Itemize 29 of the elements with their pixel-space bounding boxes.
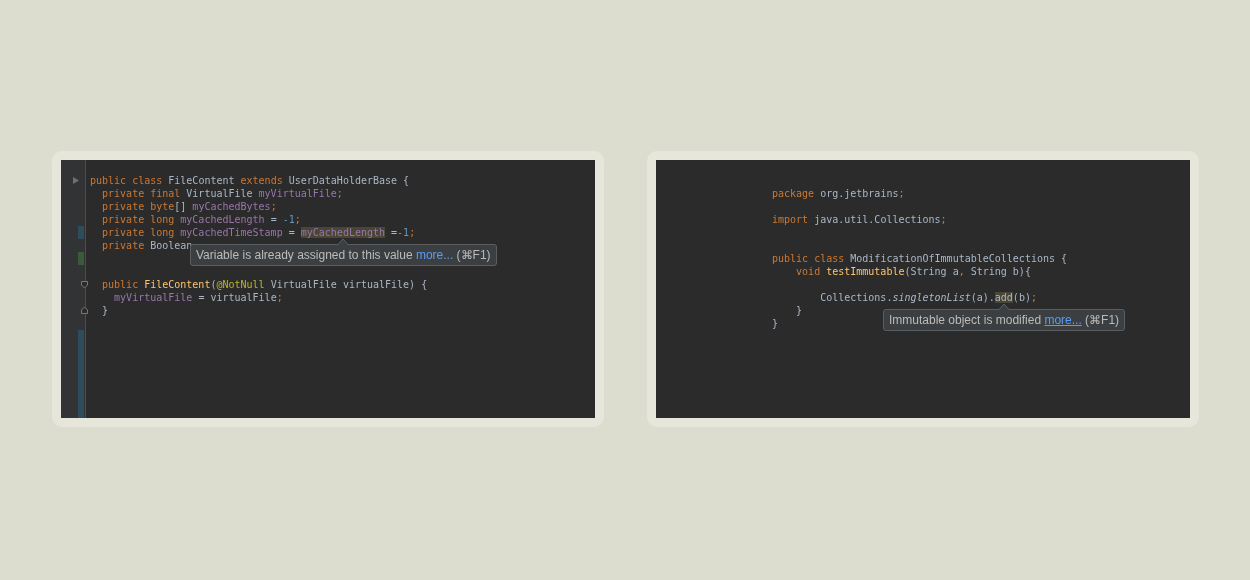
code-line: }	[795, 304, 803, 317]
code-line: private byte[] myCachedBytes;	[101, 199, 277, 213]
code-line: private Boolean	[101, 238, 193, 252]
code-line: private final VirtualFile myVirtualFile;	[101, 186, 343, 200]
code-line: public class ModificationOfImmutableCollections {	[772, 252, 1068, 265]
shortcut-hint: (⌘F1)	[1084, 313, 1120, 327]
code-line: myVirtualFile = virtualFile;	[113, 290, 283, 304]
fold-icon[interactable]	[80, 279, 89, 289]
more-link[interactable]: more...	[415, 247, 454, 262]
code-line: import java.util.Collections;	[772, 213, 947, 226]
code-line: package org.jetbrains;	[772, 187, 905, 200]
change-marker[interactable]	[78, 225, 84, 239]
tooltip-message: Immutable object is modified	[889, 313, 1043, 327]
code-line: public class FileContent extends UserDataHolderBase {	[90, 173, 410, 187]
code-line: }	[772, 317, 779, 330]
expand-arrow-icon[interactable]	[71, 175, 80, 185]
code-line: void testImmutable(String a, String b){	[795, 265, 1031, 278]
fold-icon[interactable]	[80, 305, 89, 315]
change-marker[interactable]	[78, 407, 84, 418]
shortcut-hint: (⌘F1)	[455, 247, 491, 262]
code-line: private long myCachedTimeStamp = myCachedLength =-1;	[101, 225, 416, 239]
code-line: }	[101, 303, 109, 317]
change-marker[interactable]	[78, 251, 84, 265]
more-link[interactable]: more...	[1044, 313, 1082, 327]
tooltip-message: Variable is already assigned to this value	[196, 247, 414, 262]
code-line: Collections.singletonList(a).add(b);	[819, 291, 1037, 304]
change-marker[interactable]	[78, 329, 84, 343]
code-line: private long myCachedLength = -1;	[101, 212, 301, 226]
code-line: public FileContent(@NotNull VirtualFile virtualFile) {	[101, 277, 428, 291]
